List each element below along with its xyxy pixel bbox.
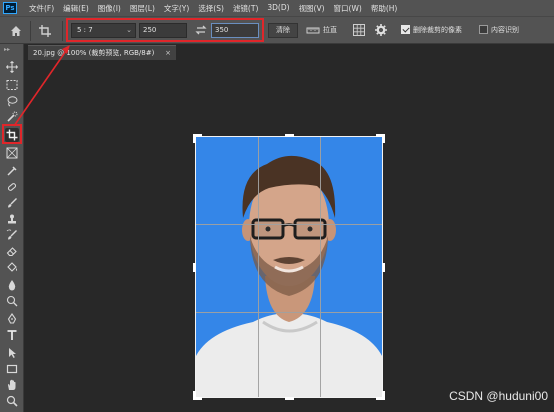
hand-tool-icon[interactable] (5, 378, 19, 392)
crop-grid-line (320, 137, 321, 397)
watermark: CSDN @huduni00 (449, 389, 548, 403)
crop-handle-bottom[interactable] (285, 397, 294, 400)
pen-tool-icon[interactable] (5, 312, 19, 326)
delete-cropped-label[interactable]: 删除裁剪的像素 (413, 25, 462, 35)
crop-handle-top-right[interactable] (376, 134, 385, 143)
crop-handle-right[interactable] (382, 263, 385, 272)
crop-frame[interactable] (193, 134, 385, 400)
content-aware-label[interactable]: 内容识别 (491, 25, 519, 35)
history-brush-tool-icon[interactable] (5, 228, 19, 242)
content-aware-checkbox[interactable] (479, 25, 488, 34)
menu-file[interactable]: 文件(F) (29, 3, 54, 14)
delete-cropped-checkbox[interactable] (401, 25, 410, 34)
menu-view[interactable]: 视图(V) (299, 3, 325, 14)
menu-type[interactable]: 文字(Y) (164, 3, 189, 14)
frame-tool-icon[interactable] (5, 146, 19, 160)
menu-3d[interactable]: 3D(D) (267, 3, 289, 14)
move-tool-icon[interactable] (5, 60, 19, 74)
crop-grid-line (196, 312, 382, 313)
menu-help[interactable]: 帮助(H) (371, 3, 398, 14)
zoom-tool-icon[interactable] (5, 394, 19, 408)
eraser-tool-icon[interactable] (5, 244, 19, 258)
document-tab[interactable]: 20.jpg @ 100% (裁剪预览, RGB/8#) × (28, 45, 176, 60)
crop-tool-preset-icon[interactable] (38, 24, 52, 38)
clear-button[interactable]: 清除 (268, 23, 298, 38)
clone-stamp-tool-icon[interactable] (5, 212, 19, 226)
close-icon[interactable]: × (165, 46, 171, 60)
grid-overlay-icon[interactable] (352, 23, 366, 37)
marquee-tool-icon[interactable] (5, 78, 19, 92)
crop-handle-bottom-right[interactable] (376, 391, 385, 400)
crop-handle-top[interactable] (285, 134, 294, 137)
paint-bucket-tool-icon[interactable] (5, 260, 19, 274)
dodge-tool-icon[interactable] (5, 294, 19, 308)
crop-grid-line (196, 224, 382, 225)
menu-items: 文件(F) 编辑(E) 图像(I) 图层(L) 文字(Y) 选择(S) 滤镜(T… (29, 3, 406, 14)
home-icon[interactable] (10, 25, 22, 37)
crop-tool-highlight-box (2, 124, 22, 144)
menu-layer[interactable]: 图层(L) (130, 3, 155, 14)
options-highlight-box (66, 18, 264, 42)
eyedropper-tool-icon[interactable] (5, 164, 19, 178)
menu-image[interactable]: 图像(I) (98, 3, 121, 14)
brush-tool-icon[interactable] (5, 196, 19, 210)
tools-panel: ▸▸ (0, 44, 24, 412)
straighten-icon[interactable] (306, 25, 320, 35)
menu-window[interactable]: 窗口(W) (334, 3, 362, 14)
type-tool-icon[interactable] (5, 328, 19, 342)
menu-filter[interactable]: 滤镜(T) (233, 3, 258, 14)
menu-select[interactable]: 选择(S) (198, 3, 224, 14)
healing-brush-tool-icon[interactable] (5, 180, 19, 194)
menu-bar: Ps 文件(F) 编辑(E) 图像(I) 图层(L) 文字(Y) 选择(S) 滤… (0, 0, 554, 16)
crop-handle-bottom-left[interactable] (193, 391, 202, 400)
panel-grip-icon[interactable]: ▸▸ (4, 46, 10, 53)
crop-grid-line (258, 137, 259, 397)
path-select-tool-icon[interactable] (5, 346, 19, 360)
rectangle-tool-icon[interactable] (5, 362, 19, 376)
lasso-tool-icon[interactable] (5, 94, 19, 108)
crop-handle-top-left[interactable] (193, 134, 202, 143)
quick-select-tool-icon[interactable] (5, 110, 19, 124)
blur-tool-icon[interactable] (5, 278, 19, 292)
gear-icon[interactable] (374, 23, 388, 37)
menu-edit[interactable]: 编辑(E) (63, 3, 89, 14)
document-tab-title: 20.jpg @ 100% (裁剪预览, RGB/8#) (33, 49, 155, 57)
options-separator (62, 21, 63, 41)
crop-handle-left[interactable] (193, 263, 196, 272)
straighten-label[interactable]: 拉直 (323, 25, 337, 35)
photoshop-logo: Ps (3, 2, 17, 14)
options-separator (30, 21, 31, 41)
